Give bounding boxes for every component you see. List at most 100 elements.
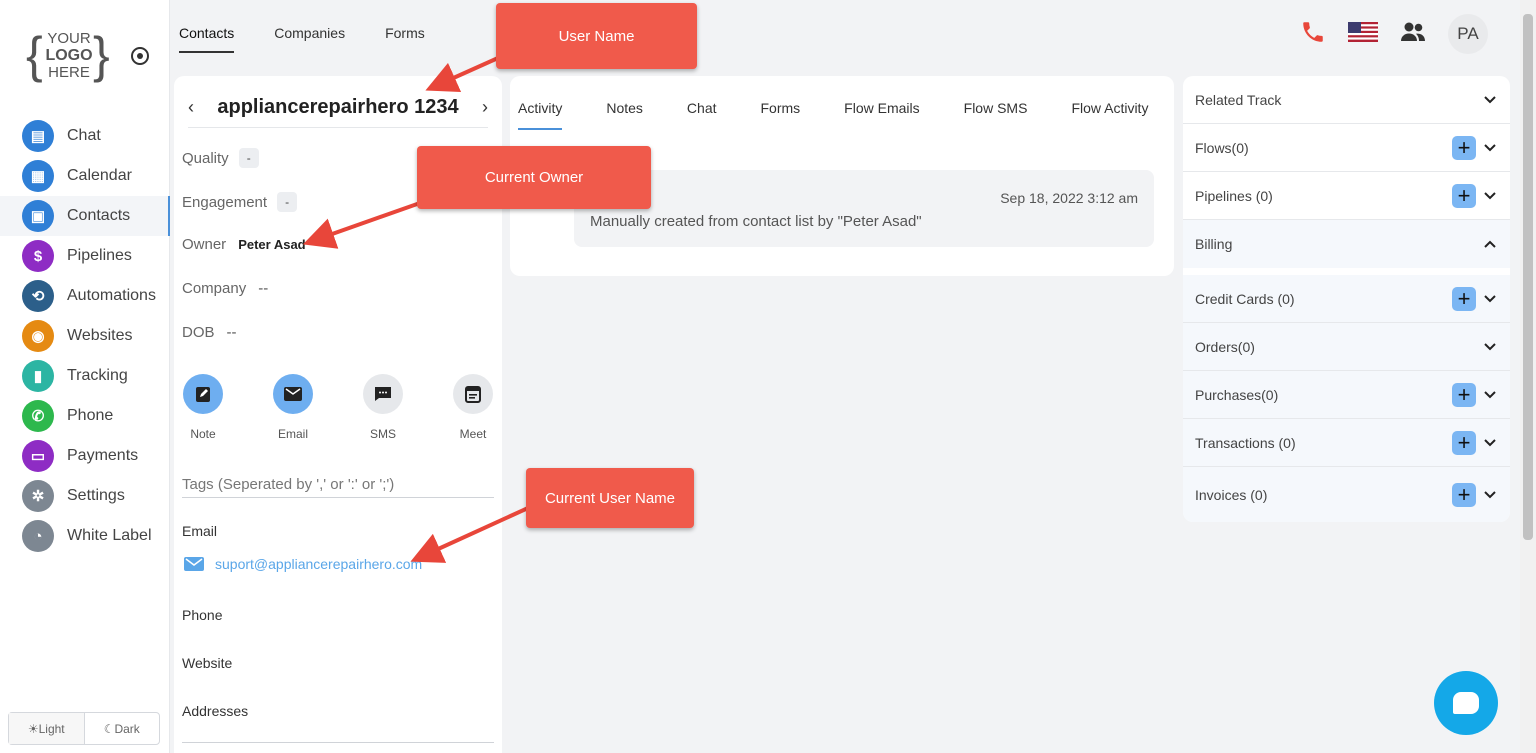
sidebar-item-calendar[interactable]: ▦ Calendar: [0, 156, 170, 196]
sidebar-item-automations[interactable]: ⟲ Automations: [0, 276, 170, 316]
gear-icon: ✲: [22, 480, 54, 512]
tab-forms[interactable]: Forms: [385, 25, 425, 53]
tab-contacts[interactable]: Contacts: [179, 25, 235, 53]
contacts-icon: ▣: [22, 200, 54, 232]
email-link[interactable]: suport@appliancerepairhero.com: [184, 556, 422, 572]
transactions-label: Transactions (0): [1195, 434, 1296, 451]
email-section-label: Email: [182, 523, 218, 539]
mail-icon: [184, 557, 215, 571]
chevron-left-icon[interactable]: ‹: [188, 97, 194, 118]
billing-row[interactable]: Billing: [1183, 220, 1510, 268]
moon-icon: ☾: [103, 721, 115, 736]
svg-text:LOGO: LOGO: [45, 47, 92, 64]
sms-action-button[interactable]: SMS: [362, 374, 404, 441]
chevron-down-icon[interactable]: [1482, 95, 1498, 104]
owner-field: Owner Peter Asad: [182, 236, 306, 253]
tab-activity[interactable]: Activity: [518, 100, 563, 130]
theme-dark-button[interactable]: ☾ Dark: [85, 713, 160, 744]
globe-lock-icon: ◉: [22, 320, 54, 352]
sidebar-item-chat[interactable]: ▤ Chat: [0, 116, 170, 156]
phone-section-label: Phone: [182, 607, 223, 623]
top-tabs: Contacts Companies Forms: [179, 25, 425, 53]
sidebar-item-label: Payments: [67, 447, 139, 464]
orders-row[interactable]: Orders(0): [1183, 323, 1510, 371]
tab-flow-sms[interactable]: Flow SMS: [964, 100, 1028, 130]
tab-flow-activity[interactable]: Flow Activity: [1071, 100, 1148, 130]
related-track-row[interactable]: Related Track: [1183, 76, 1510, 124]
chevron-down-icon[interactable]: [1482, 390, 1498, 399]
email-action-label: Email: [277, 427, 308, 441]
avatar[interactable]: PA: [1448, 14, 1488, 54]
chevron-right-icon[interactable]: ›: [482, 97, 488, 118]
invoices-row[interactable]: Invoices (0) +: [1183, 467, 1510, 522]
related-track-label: Related Track: [1195, 91, 1282, 108]
add-invoice-button[interactable]: +: [1452, 482, 1476, 507]
bar-chart-icon: ▮: [22, 360, 54, 392]
quality-field: Quality -: [182, 148, 259, 168]
calendar-icon: ▦: [22, 160, 54, 192]
sidebar-item-tracking[interactable]: ▮ Tracking: [0, 356, 170, 396]
chevron-down-icon[interactable]: [1482, 294, 1498, 303]
sidebar-item-white-label[interactable]: ◔ White Label: [0, 516, 170, 556]
chat-icon: ▤: [22, 120, 54, 152]
sidebar-item-label: Pipelines: [67, 247, 132, 264]
tab-chat[interactable]: Chat: [687, 100, 717, 130]
meet-icon: [453, 374, 493, 414]
sidebar-collapse-radio[interactable]: [131, 47, 149, 65]
tab-flow-emails[interactable]: Flow Emails: [844, 100, 919, 130]
sidebar-item-pipelines[interactable]: $ Pipelines: [0, 236, 170, 276]
company-value[interactable]: --: [258, 280, 268, 297]
theme-light-button[interactable]: ☀ Light: [9, 713, 85, 744]
svg-text:{: {: [26, 27, 43, 83]
flows-row[interactable]: Flows(0) +: [1183, 124, 1510, 172]
top-right-toolbar: PA: [1300, 14, 1488, 54]
tab-companies[interactable]: Companies: [274, 25, 345, 53]
users-icon[interactable]: [1400, 21, 1426, 48]
owner-value[interactable]: Peter Asad: [238, 237, 305, 252]
page-scrollbar[interactable]: [1520, 0, 1536, 753]
scrollbar-thumb[interactable]: [1523, 14, 1533, 540]
theme-light-label: Light: [38, 721, 65, 736]
credit-cards-row[interactable]: Credit Cards (0) +: [1183, 275, 1510, 323]
sidebar-item-contacts[interactable]: ▣ Contacts: [0, 196, 170, 236]
palette-icon: ◔: [22, 520, 54, 552]
activity-text: Manually created from contact list by "P…: [590, 213, 922, 230]
chat-widget-button[interactable]: [1434, 671, 1498, 735]
tab-notes[interactable]: Notes: [606, 100, 643, 130]
email-value[interactable]: suport@appliancerepairhero.com: [215, 556, 422, 572]
sidebar-item-label: Websites: [67, 327, 133, 344]
add-credit-card-button[interactable]: +: [1452, 286, 1476, 311]
tab-forms[interactable]: Forms: [761, 100, 801, 130]
meet-action-button[interactable]: Meet: [452, 374, 494, 441]
dob-value[interactable]: --: [227, 324, 237, 341]
phone-icon[interactable]: [1300, 19, 1326, 50]
chevron-down-icon[interactable]: [1482, 191, 1498, 200]
sidebar-item-label: Calendar: [67, 167, 132, 184]
email-action-button[interactable]: Email: [272, 374, 314, 441]
transactions-row[interactable]: Transactions (0) +: [1183, 419, 1510, 467]
pipelines-row[interactable]: Pipelines (0) +: [1183, 172, 1510, 220]
tags-input[interactable]: [182, 472, 494, 498]
add-transaction-button[interactable]: +: [1452, 430, 1476, 455]
quality-value[interactable]: -: [238, 148, 259, 168]
us-flag-icon[interactable]: [1348, 21, 1378, 47]
sidebar-item-settings[interactable]: ✲ Settings: [0, 476, 170, 516]
chevron-down-icon[interactable]: [1482, 143, 1498, 152]
add-pipeline-button[interactable]: +: [1452, 183, 1476, 208]
add-flow-button[interactable]: +: [1452, 135, 1476, 160]
chevron-up-icon[interactable]: [1482, 240, 1498, 248]
chevron-down-icon[interactable]: [1482, 438, 1498, 447]
purchases-row[interactable]: Purchases(0) +: [1183, 371, 1510, 419]
sidebar-item-payments[interactable]: ▭ Payments: [0, 436, 170, 476]
sidebar-item-websites[interactable]: ◉ Websites: [0, 316, 170, 356]
add-purchase-button[interactable]: +: [1452, 382, 1476, 407]
note-action-button[interactable]: Note: [182, 374, 224, 441]
chevron-down-icon[interactable]: [1482, 342, 1498, 351]
chat-bubble-icon: [1453, 692, 1479, 714]
automation-icon: ⟲: [22, 280, 54, 312]
engagement-value[interactable]: -: [277, 192, 298, 212]
svg-text:}: }: [93, 27, 110, 83]
chevron-down-icon[interactable]: [1482, 490, 1498, 499]
sidebar-item-phone[interactable]: ✆ Phone: [0, 396, 170, 436]
theme-toggle[interactable]: ☀ Light ☾ Dark: [8, 712, 160, 745]
